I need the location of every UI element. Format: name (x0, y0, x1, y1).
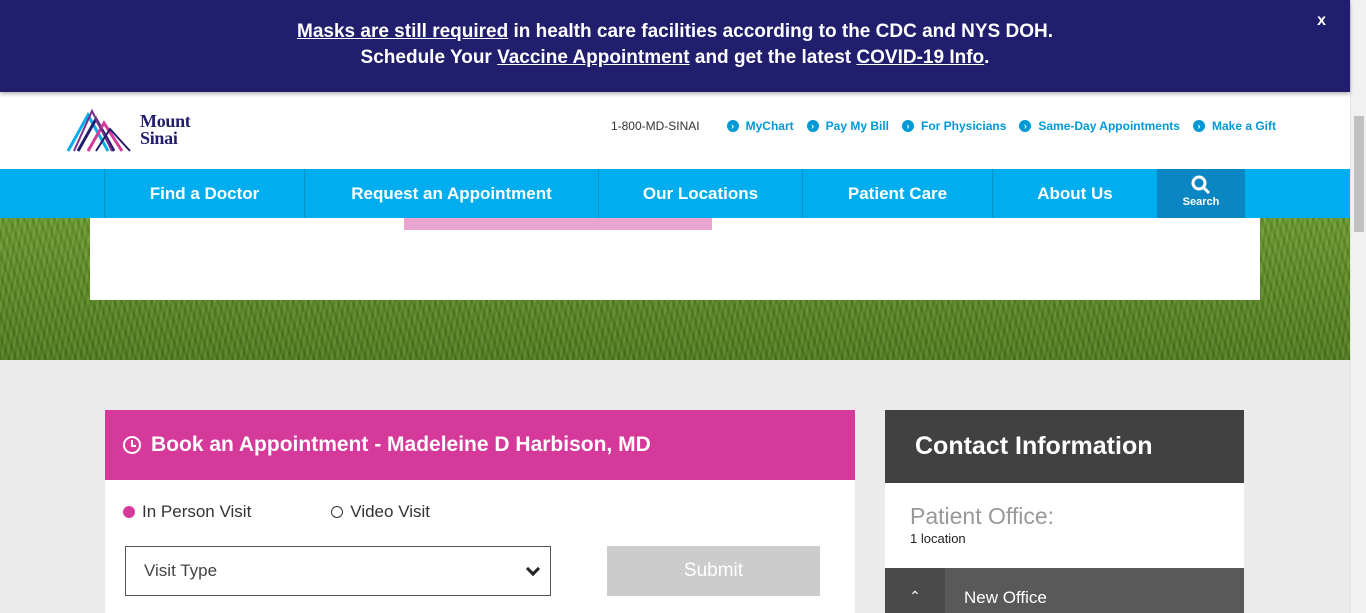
visit-type-select[interactable]: Visit Type (125, 546, 551, 596)
scrollbar-thumb[interactable] (1354, 116, 1364, 232)
chevron-right-icon: › (1019, 120, 1032, 132)
mychart-link[interactable]: › MyChart (726, 119, 794, 133)
nav-search-button[interactable]: Search (1157, 169, 1245, 218)
new-office-accordion[interactable]: ⌃ New Office (885, 568, 1244, 613)
new-office-label: New Office (964, 588, 1047, 607)
submit-button[interactable]: Submit (607, 546, 820, 596)
in-person-visit-label: In Person Visit (142, 502, 252, 521)
search-icon (1191, 175, 1211, 195)
logo-wordmark: Mount Sinai (140, 112, 191, 148)
alert-line-1: Masks are still required in health care … (0, 19, 1350, 45)
nav-find-a-doctor[interactable]: Find a Doctor (104, 169, 304, 218)
page-scrollbar[interactable] (1350, 0, 1366, 613)
make-a-gift-link[interactable]: › Make a Gift (1192, 119, 1276, 133)
visit-mode-radios: In Person Visit Video Visit (123, 502, 430, 522)
search-label: Search (1182, 196, 1220, 208)
chevron-right-icon: › (726, 120, 739, 132)
vaccine-appointment-link[interactable]: Vaccine Appointment (497, 47, 690, 68)
hero-pink-bar (404, 218, 712, 230)
hero-card (90, 218, 1260, 300)
contact-information-title: Contact Information (885, 410, 1244, 483)
pay-my-bill-label: Pay My Bill (825, 119, 889, 133)
make-a-gift-label: Make a Gift (1211, 119, 1276, 133)
chevron-up-icon[interactable]: ⌃ (885, 568, 945, 613)
alert-line-2-middle: and get the latest (689, 47, 857, 68)
chevron-down-icon (525, 561, 541, 577)
nav-patient-care[interactable]: Patient Care (802, 169, 992, 218)
alert-line-1-text: in health care facilities according to t… (508, 21, 1053, 42)
contact-information-panel: Contact Information Patient Office: 1 lo… (885, 410, 1244, 613)
covid-alert-banner: Masks are still required in health care … (0, 0, 1350, 92)
patient-office-label: Patient Office: (910, 503, 1055, 529)
same-day-appointments-label: Same-Day Appointments (1038, 119, 1180, 133)
visit-type-value: Visit Type (144, 561, 218, 580)
nav-our-locations[interactable]: Our Locations (598, 169, 802, 218)
patient-office-count: 1 location (910, 531, 966, 546)
pay-my-bill-link[interactable]: › Pay My Bill (806, 119, 889, 133)
chevron-right-icon: › (806, 120, 819, 132)
nav-request-appointment[interactable]: Request an Appointment (304, 169, 598, 218)
clock-icon (123, 436, 141, 454)
for-physicians-link[interactable]: › For Physicians (902, 119, 1006, 133)
logo-line-2: Sinai (140, 128, 178, 148)
nav-about-us[interactable]: About Us (992, 169, 1157, 218)
site-header: Mount Sinai 1-800-MD-SINAI › MyChart › Pay… (0, 92, 1350, 169)
chevron-right-icon: › (1192, 120, 1205, 132)
mount-sinai-logo[interactable]: Mount Sinai (66, 106, 206, 154)
masks-link[interactable]: Masks are still required (297, 21, 508, 42)
alert-line-2-end: . (984, 47, 990, 68)
mount-sinai-logo-mark-icon (66, 108, 131, 152)
book-appointment-title: Book an Appointment - Madeleine D Harbis… (151, 433, 651, 456)
book-appointment-header: Book an Appointment - Madeleine D Harbis… (105, 410, 855, 480)
for-physicians-label: For Physicians (921, 119, 1007, 133)
chevron-right-icon: › (902, 120, 914, 132)
main-nav-items: Find a Doctor Request an Appointment Our… (104, 169, 1245, 218)
in-person-visit-radio[interactable]: In Person Visit (123, 502, 251, 522)
hero-grass-image (0, 218, 1350, 360)
radio-selected-icon (123, 506, 135, 518)
same-day-appointments-link[interactable]: › Same-Day Appointments (1019, 119, 1180, 133)
radio-unselected-icon (331, 506, 344, 518)
covid-info-link[interactable]: COVID-19 Info (856, 47, 984, 68)
alert-line-2-prefix: Schedule Your (360, 47, 498, 68)
close-alert-button[interactable]: x (1317, 8, 1326, 34)
video-visit-label: Video Visit (350, 502, 431, 521)
main-nav: Find a Doctor Request an Appointment Our… (0, 169, 1350, 218)
phone-number[interactable]: 1-800-MD-SINAI (611, 119, 700, 133)
mychart-label: MyChart (745, 119, 794, 133)
alert-line-2: Schedule Your Vaccine Appointment and ge… (0, 45, 1350, 71)
video-visit-radio[interactable]: Video Visit (331, 502, 430, 522)
utility-nav: 1-800-MD-SINAI › MyChart › Pay My Bill › Fo… (611, 119, 1276, 133)
book-appointment-panel: Book an Appointment - Madeleine D Harbis… (105, 410, 855, 613)
